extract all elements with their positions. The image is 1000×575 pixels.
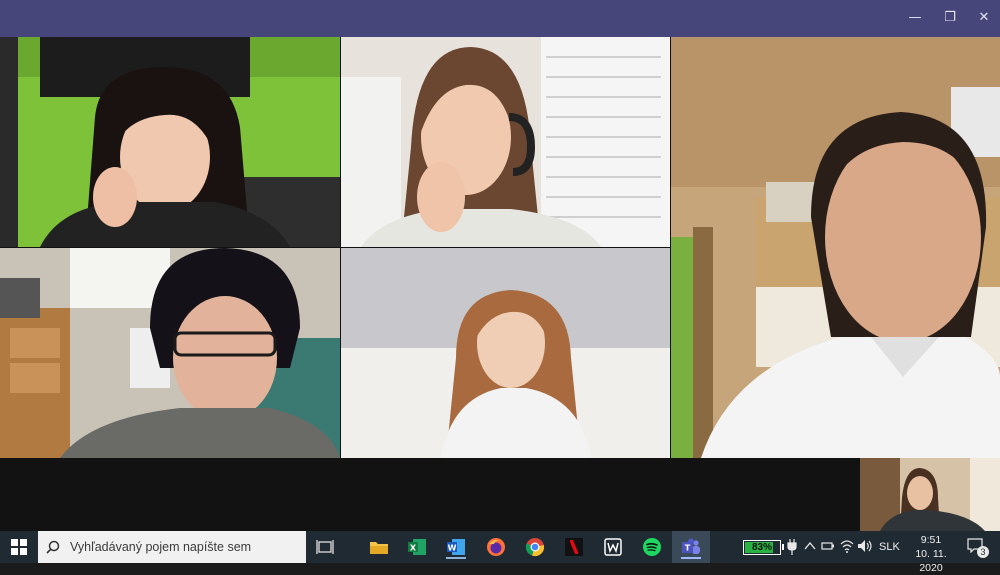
- clock-time: 9:51: [920, 534, 942, 546]
- folder-icon: [370, 542, 388, 554]
- notification-count: 3: [977, 546, 989, 558]
- search-box[interactable]: Vyhľadávaný pojem napíšte sem: [38, 531, 306, 563]
- taskbar-app-spotify[interactable]: [640, 535, 664, 559]
- self-view-tile[interactable]: [860, 458, 1000, 531]
- participant-video-1: [0, 37, 340, 247]
- search-icon: [46, 540, 60, 554]
- clock[interactable]: 9:51 10. 11. 2020: [903, 533, 959, 575]
- taskbar: Vyhľadávaný pojem napíšte sem X W T 83% …: [0, 531, 1000, 574]
- participant-video-2: [341, 37, 670, 247]
- participant-tile-5[interactable]: [341, 248, 670, 458]
- wunderlist-icon: [604, 538, 622, 556]
- participant-video-5: [341, 248, 670, 458]
- battery-tip: [782, 544, 784, 550]
- participant-video-3: [671, 37, 1000, 458]
- action-center-button[interactable]: 3: [967, 537, 989, 558]
- netflix-icon: [565, 538, 583, 556]
- task-view-icon: [316, 540, 334, 554]
- firefox-icon: [487, 538, 505, 556]
- title-bar: — ❐ ✕: [0, 0, 1000, 37]
- running-indicator: [446, 557, 466, 559]
- participant-tile-1[interactable]: [0, 37, 340, 247]
- taskbar-app-excel[interactable]: X: [405, 535, 429, 559]
- chrome-icon: [525, 538, 545, 557]
- svg-text:W: W: [448, 544, 457, 553]
- svg-text:X: X: [410, 544, 417, 553]
- power-plug-icon[interactable]: [787, 539, 797, 558]
- battery-indicator[interactable]: 83%: [743, 540, 781, 555]
- participant-tile-2[interactable]: [341, 37, 670, 247]
- taskbar-app-netflix[interactable]: [562, 535, 586, 559]
- restore-button[interactable]: ❐: [937, 6, 963, 30]
- taskbar-app-word[interactable]: W: [444, 535, 468, 559]
- taskbar-app-teams[interactable]: T: [679, 535, 703, 559]
- wifi-icon[interactable]: [840, 539, 854, 556]
- clock-date: 10. 11. 2020: [915, 548, 947, 574]
- excel-icon: X: [408, 539, 426, 555]
- video-call-stage: [0, 37, 1000, 531]
- svg-text:T: T: [685, 544, 691, 553]
- running-indicator: [681, 557, 701, 559]
- start-button[interactable]: [0, 531, 38, 563]
- teams-icon: T: [682, 538, 700, 554]
- participant-tile-4[interactable]: [0, 248, 340, 458]
- taskbar-app-chrome[interactable]: [523, 535, 547, 559]
- volume-icon[interactable]: [857, 539, 873, 556]
- spotify-icon: [643, 538, 661, 556]
- word-icon: W: [447, 539, 465, 555]
- participant-video-4: [0, 248, 340, 458]
- self-view-video: [860, 458, 1000, 531]
- battery-percent: 83%: [751, 542, 772, 553]
- taskbar-app-wunderlist[interactable]: [601, 535, 625, 559]
- usb-device-icon[interactable]: [821, 539, 835, 556]
- participant-tile-3[interactable]: [671, 37, 1000, 458]
- taskbar-app-firefox[interactable]: [484, 535, 508, 559]
- taskbar-app-file-explorer[interactable]: [367, 535, 391, 559]
- search-placeholder: Vyhľadávaný pojem napíšte sem: [70, 540, 252, 554]
- close-button[interactable]: ✕: [971, 6, 997, 30]
- show-hidden-icons-chevron-icon[interactable]: [804, 539, 816, 556]
- input-language[interactable]: SLK: [879, 541, 900, 553]
- task-view-button[interactable]: [313, 535, 337, 559]
- minimize-button[interactable]: —: [902, 6, 928, 30]
- windows-icon: [11, 539, 27, 555]
